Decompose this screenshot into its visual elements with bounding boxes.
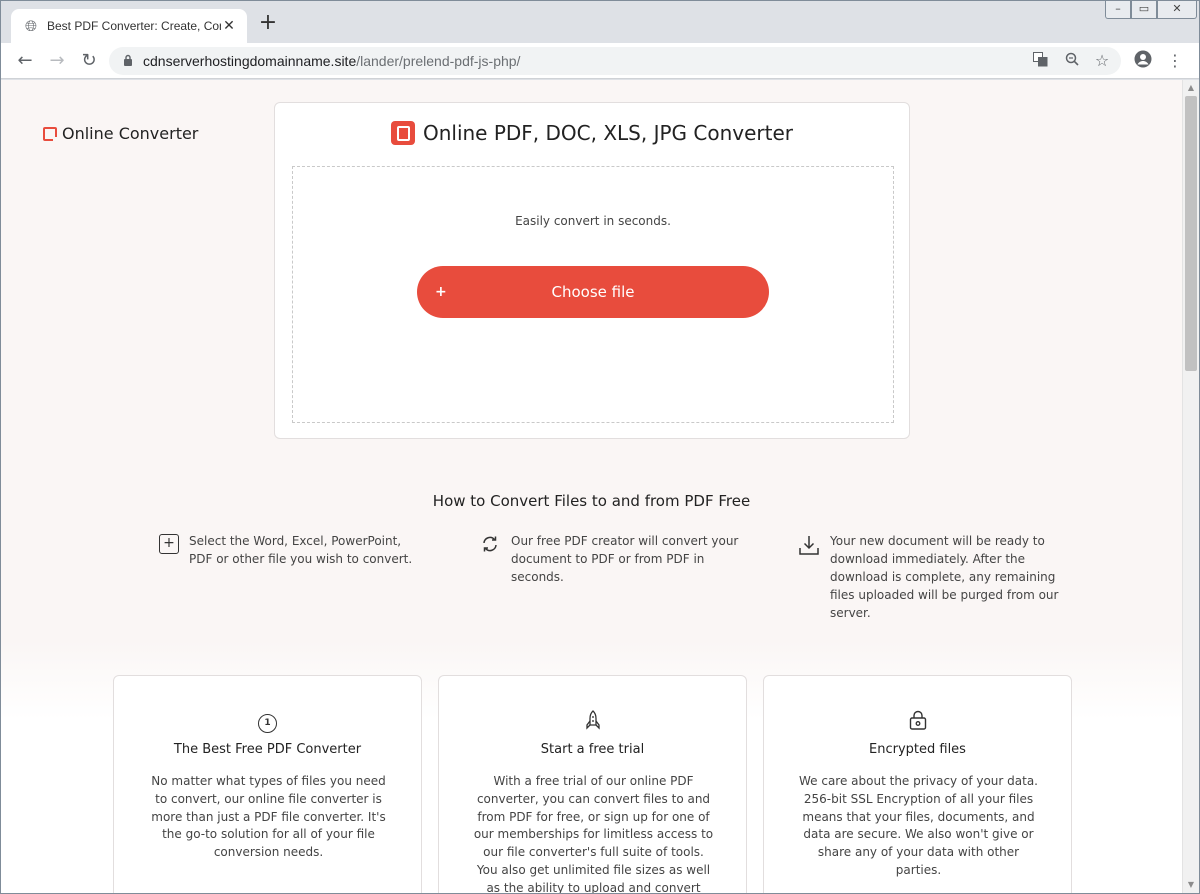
step-text: Our free PDF creator will convert your d… [511,534,739,584]
tab-strip: 🌐︎ Best PDF Converter: Create, Conve ✕ +… [1,1,1199,43]
url-text: cdnserverhostingdomainname.site/lander/p… [143,53,520,69]
refresh-icon [479,534,501,556]
scroll-down-arrow-icon[interactable]: ▼ [1183,879,1199,891]
page-scrollbar[interactable]: ▲ ▼ [1182,80,1199,893]
plus-icon: + [435,284,447,300]
feature-card-trial: Start a free trial With a free trial of … [438,675,747,893]
lock-icon [908,710,928,734]
feature-body: With a free trial of our online PDF conv… [473,774,714,893]
bookmark-star-icon[interactable]: ☆ [1093,52,1111,70]
scroll-up-arrow-icon[interactable]: ▲ [1183,82,1199,94]
back-arrow-icon[interactable]: ← [13,49,37,73]
step-text: Your new document will be ready to downl… [830,534,1059,620]
maximize-button[interactable]: ▭ [1131,1,1157,19]
step-text: Select the Word, Excel, PowerPoint, PDF … [189,534,413,566]
step-select: + Select the Word, Excel, PowerPoint, PD… [159,532,412,568]
choose-file-button[interactable]: + Choose file [417,266,769,318]
tab-title: Best PDF Converter: Create, Conve [47,19,221,33]
rocket-icon [583,710,603,734]
zoom-icon[interactable] [1063,52,1081,70]
feature-body: We care about the privacy of your data. … [799,774,1038,877]
url-host: cdnserverhostingdomainname.site [143,53,357,69]
feature-title: Encrypted files [869,742,966,757]
converter-tagline: Easily convert in seconds. [515,214,671,228]
feature-title: The Best Free PDF Converter [173,742,362,757]
reload-icon[interactable]: ↻ [77,49,101,73]
file-drop-zone[interactable]: Easily convert in seconds. + Choose file [292,166,894,423]
lock-icon [121,54,135,68]
converter-card: Online PDF, DOC, XLS, JPG Converter Easi… [274,102,910,439]
browser-window: 🌐︎ Best PDF Converter: Create, Conve ✕ +… [0,0,1200,894]
plus-square-icon: + [159,534,179,554]
feature-body: No matter what types of files you need t… [151,774,386,860]
new-tab-button[interactable]: + [257,12,279,35]
step-download: Your new document will be ready to downl… [798,532,1058,622]
window-controls: – ▭ ✕ [1105,1,1197,19]
address-bar[interactable]: cdnserverhostingdomainname.site/lander/p… [109,47,1121,75]
number-one-icon: 1 [258,714,277,733]
page-viewport: Online Converter Online PDF, DOC, XLS, J… [1,80,1182,893]
tab-close-icon[interactable]: ✕ [221,18,237,34]
profile-icon[interactable] [1132,50,1154,72]
converter-header: Online PDF, DOC, XLS, JPG Converter [275,121,909,145]
globe-icon: 🌐︎ [24,17,37,35]
step-convert: Our free PDF creator will convert your d… [479,532,738,586]
feature-card-best: 1 The Best Free PDF Converter No matter … [113,675,422,893]
logo-text: Online Converter [62,124,199,143]
download-icon [798,534,820,556]
url-path: /lander/prelend-pdf-js-php/ [356,53,521,69]
forward-arrow-icon[interactable]: → [45,49,69,73]
minimize-button[interactable]: – [1105,1,1131,19]
browser-toolbar: ← → ↻ cdnserverhostingdomainname.site/la… [1,43,1199,79]
feature-title: Start a free trial [540,742,645,757]
feature-card-encrypted: Encrypted files We care about the privac… [763,675,1072,893]
translate-icon[interactable] [1031,52,1049,70]
site-logo[interactable]: Online Converter [43,124,198,143]
converter-logo-icon [390,121,415,145]
scrollbar-thumb[interactable] [1185,96,1197,371]
browser-tab[interactable]: 🌐︎ Best PDF Converter: Create, Conve ✕ [11,9,247,43]
howto-title: How to Convert Files to and from PDF Fre… [432,492,751,510]
logo-mark-icon [43,126,58,142]
converter-title: Online PDF, DOC, XLS, JPG Converter [422,121,794,145]
close-window-button[interactable]: ✕ [1157,1,1197,19]
menu-dots-icon[interactable]: ⋮ [1164,50,1186,72]
choose-file-label: Choose file [551,283,635,301]
